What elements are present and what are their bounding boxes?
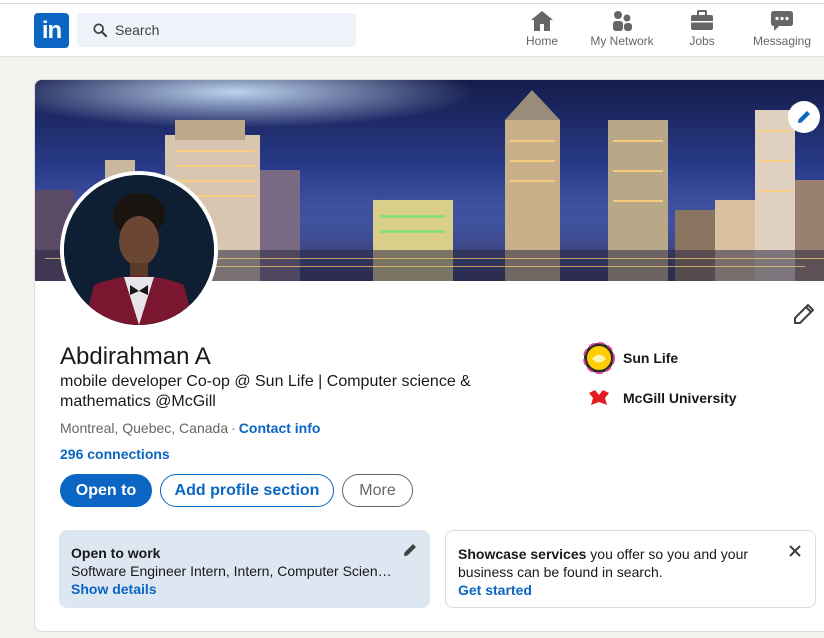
profile-headline: mobile developer Co-op @ Sun Life | Comp…	[60, 373, 471, 410]
profile-location: Montreal, Quebec, Canada	[60, 420, 229, 436]
nav-messaging-label: Messaging	[752, 34, 812, 48]
people-icon	[613, 11, 632, 31]
edit-intro-pencil-icon[interactable]	[792, 302, 816, 326]
top-navbar: in Home My Network Jobs	[0, 0, 824, 57]
nav-home-label: Home	[525, 34, 558, 48]
profile-photo-image	[64, 175, 214, 325]
showcase-title: Showcase services	[458, 546, 587, 562]
linkedin-logo[interactable]: in	[34, 13, 69, 48]
profile-card: Abdirahman A mobile developer Co-op @ Su…	[34, 79, 824, 632]
open-to-work-roles: Software Engineer Intern, Intern, Comput…	[71, 563, 393, 579]
nav-my-network-label: My Network	[590, 34, 654, 48]
show-details-link[interactable]: Show details	[71, 580, 418, 598]
mcgill-logo	[583, 382, 615, 414]
showcase-text: Showcase services you offer so you and y…	[458, 545, 768, 581]
org-mcgill-label: McGill University	[623, 390, 737, 406]
sunlife-logo	[583, 342, 615, 374]
get-started-link[interactable]: Get started	[458, 581, 803, 599]
open-to-work-panel[interactable]: Open to work Software Engineer Intern, I…	[59, 530, 430, 608]
edit-banner-button[interactable]	[788, 101, 820, 133]
org-mcgill[interactable]: McGill University	[583, 382, 737, 414]
contact-info-link[interactable]: Contact info	[239, 420, 321, 436]
window-top-strip	[0, 0, 824, 4]
edit-open-to-work-pencil-icon[interactable]	[402, 542, 418, 558]
nav-my-network[interactable]: My Network	[584, 10, 660, 54]
location-line: Montreal, Quebec, Canada · Contact info	[60, 420, 320, 436]
pencil-icon	[798, 111, 810, 123]
close-icon[interactable]	[787, 543, 803, 559]
search-input[interactable]	[115, 13, 345, 47]
more-button[interactable]: More	[342, 474, 413, 507]
home-icon	[531, 11, 553, 31]
open-to-work-title: Open to work	[71, 545, 161, 561]
search-bar[interactable]	[77, 13, 356, 47]
open-to-button[interactable]: Open to	[60, 474, 152, 507]
search-icon	[93, 23, 107, 37]
briefcase-icon	[691, 10, 713, 30]
nav-home[interactable]: Home	[518, 10, 566, 54]
separator-dot: ·	[231, 420, 236, 436]
nav-jobs-label: Jobs	[689, 34, 715, 48]
nav-messaging[interactable]: Messaging	[748, 10, 816, 54]
nav-jobs[interactable]: Jobs	[680, 10, 724, 54]
add-profile-section-button[interactable]: Add profile section	[160, 474, 334, 507]
connections-link[interactable]: 296 connections	[60, 446, 170, 462]
profile-name: Abdirahman A	[60, 343, 211, 370]
showcase-services-panel: Showcase services you offer so you and y…	[445, 530, 816, 608]
org-sun-life[interactable]: Sun Life	[583, 342, 678, 374]
org-sun-life-label: Sun Life	[623, 350, 679, 366]
chat-icon	[771, 11, 793, 31]
profile-photo[interactable]	[60, 171, 218, 329]
